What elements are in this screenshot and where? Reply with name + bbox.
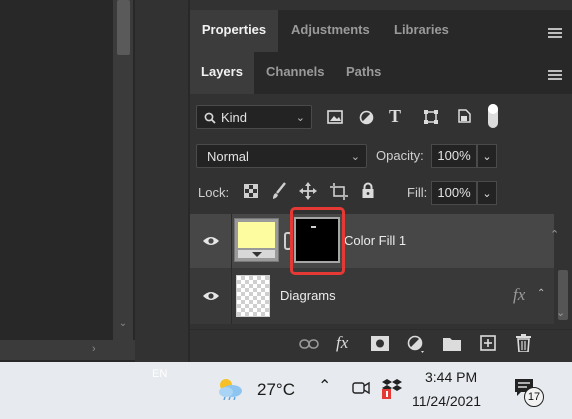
meet-now-camera-icon[interactable] bbox=[352, 380, 370, 396]
chevron-down-icon: ⌄ bbox=[295, 112, 305, 124]
layer-row-separator bbox=[231, 214, 232, 268]
panel-menu-icon[interactable] bbox=[548, 28, 562, 38]
fill-thumbnail-bar bbox=[238, 250, 275, 258]
opacity-label: Opacity: bbox=[376, 148, 424, 163]
fill-input[interactable]: 100% bbox=[431, 181, 477, 205]
opacity-input[interactable]: 100% bbox=[431, 144, 477, 168]
scroll-right-icon[interactable]: › bbox=[92, 343, 96, 355]
scroll-down-icon[interactable]: ⌄ bbox=[116, 318, 130, 330]
lock-artboard-icon[interactable] bbox=[330, 183, 348, 200]
color-fill-thumbnail[interactable] bbox=[234, 218, 279, 262]
show-hidden-icons-chevron-icon[interactable]: ⌃ bbox=[318, 376, 331, 396]
type-filter-icon[interactable]: T bbox=[389, 106, 401, 127]
weather-cloud-icon[interactable] bbox=[215, 376, 245, 400]
new-layer-icon[interactable] bbox=[480, 335, 496, 351]
fill-label: Fill: bbox=[407, 185, 428, 200]
clock-date[interactable]: 11/24/2021 bbox=[412, 393, 481, 409]
lock-all-icon[interactable] bbox=[361, 182, 375, 199]
layer-effects-badge[interactable]: fx bbox=[513, 285, 525, 305]
delete-layer-trash-icon[interactable] bbox=[516, 334, 531, 352]
kind-filter-label: Kind bbox=[221, 110, 248, 125]
search-icon bbox=[204, 112, 216, 124]
chevron-up-icon[interactable]: ⌃ bbox=[537, 288, 545, 299]
clock-time[interactable]: 3:44 PM bbox=[425, 369, 477, 385]
tab-adjustments[interactable]: Adjustments bbox=[291, 10, 370, 52]
layer-name[interactable]: Diagrams bbox=[280, 288, 336, 303]
visibility-eye-icon[interactable] bbox=[202, 235, 220, 247]
canvas-scroll-thumb[interactable] bbox=[117, 0, 130, 55]
weather-temperature[interactable]: 27°C bbox=[257, 380, 295, 400]
link-layers-icon[interactable] bbox=[299, 338, 319, 350]
tab-layers[interactable]: Layers bbox=[190, 52, 254, 94]
language-indicator[interactable]: EN bbox=[152, 368, 167, 380]
filter-toggle-switch[interactable] bbox=[488, 104, 498, 128]
tab-channels[interactable]: Channels bbox=[266, 52, 325, 94]
layers-menu-icon[interactable] bbox=[548, 70, 562, 80]
dropbox-icon[interactable] bbox=[381, 377, 403, 399]
mask-highlight-annotation bbox=[290, 207, 345, 275]
diagrams-layer-thumbnail[interactable] bbox=[236, 275, 270, 317]
tab-libraries[interactable]: Libraries bbox=[394, 10, 449, 52]
chevron-down-icon: ⌄ bbox=[482, 188, 492, 200]
chevron-down-icon: ⌄ bbox=[482, 151, 492, 163]
fill-color-swatch bbox=[238, 222, 275, 248]
notification-count-badge: 17 bbox=[524, 387, 544, 407]
blend-mode-select[interactable]: Normal ⌄ bbox=[196, 144, 367, 168]
tab-properties[interactable]: Properties bbox=[190, 10, 278, 52]
opacity-dropdown-button[interactable]: ⌄ bbox=[477, 144, 497, 168]
tab-paths[interactable]: Paths bbox=[346, 52, 381, 94]
add-mask-icon[interactable] bbox=[371, 336, 389, 351]
chevron-down-icon: ⌄ bbox=[350, 151, 360, 163]
shape-filter-icon[interactable] bbox=[423, 109, 439, 125]
canvas-horizontal-scrollbar[interactable] bbox=[0, 340, 135, 360]
new-adjustment-layer-icon[interactable] bbox=[407, 335, 425, 353]
adjustment-filter-icon[interactable] bbox=[359, 110, 374, 125]
lock-transparent-pixels-icon[interactable] bbox=[244, 184, 258, 198]
notification-center-button[interactable]: 17 bbox=[512, 376, 548, 410]
visibility-eye-icon[interactable] bbox=[202, 290, 220, 302]
panel-dock-gap bbox=[135, 0, 190, 362]
smart-object-filter-icon[interactable] bbox=[456, 108, 472, 124]
scroll-up-icon[interactable]: ⌃ bbox=[550, 228, 559, 241]
image-filter-icon[interactable] bbox=[327, 110, 343, 124]
fill-dropdown-button[interactable]: ⌄ bbox=[477, 181, 497, 205]
lock-position-icon[interactable] bbox=[299, 182, 317, 200]
blend-mode-value: Normal bbox=[207, 149, 249, 164]
layers-tabbar: Layers Channels Paths bbox=[190, 52, 572, 94]
layer-name[interactable]: Color Fill 1 bbox=[344, 233, 406, 248]
lock-label: Lock: bbox=[198, 185, 230, 200]
new-group-folder-icon[interactable] bbox=[443, 336, 461, 351]
lock-image-pixels-icon[interactable] bbox=[271, 182, 287, 200]
layer-row-separator bbox=[231, 268, 232, 324]
properties-tabbar: Properties Adjustments Libraries bbox=[190, 10, 572, 52]
kind-filter-select[interactable]: Kind ⌄ bbox=[196, 105, 312, 129]
scroll-down-icon[interactable]: ⌄ bbox=[556, 306, 565, 319]
add-layer-style-button[interactable]: fx bbox=[336, 333, 348, 353]
